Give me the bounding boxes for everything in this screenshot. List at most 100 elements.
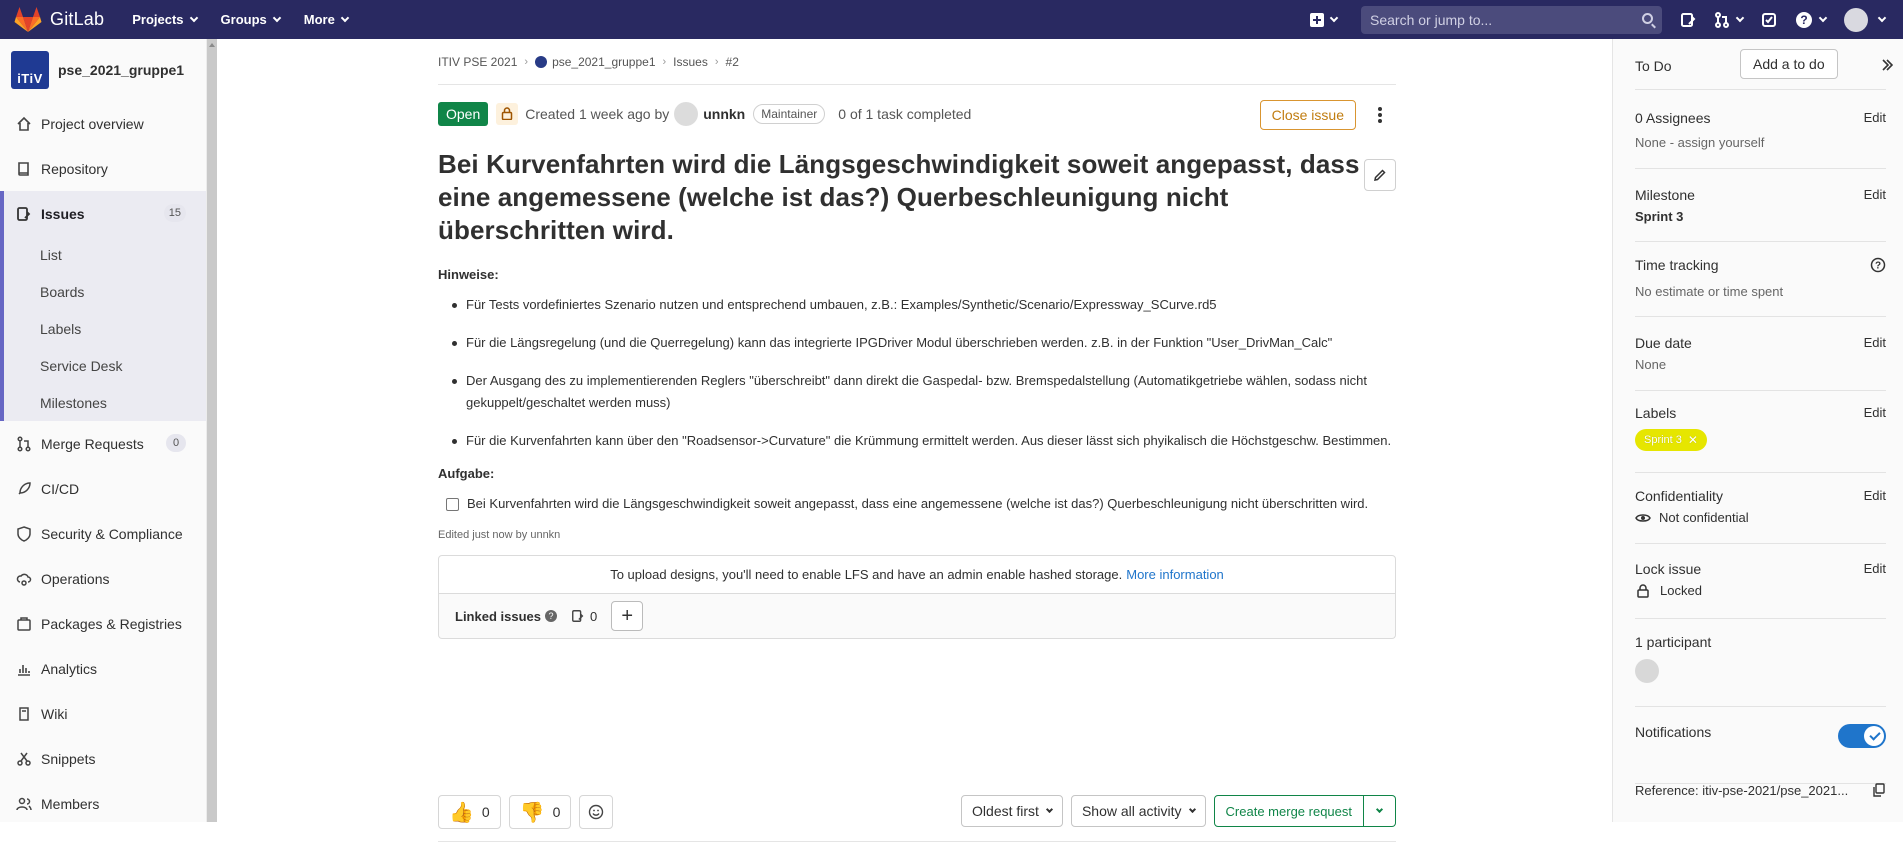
labels-edit-link[interactable]: Edit: [1864, 405, 1886, 420]
design-upload-notice: To upload designs, you'll need to enable…: [438, 555, 1396, 594]
label-pill[interactable]: Sprint 3 ✕: [1635, 429, 1707, 451]
breadcrumb-issues-link[interactable]: Issues: [673, 55, 708, 69]
search-input[interactable]: Search or jump to...: [1361, 5, 1662, 34]
remove-label-icon[interactable]: ✕: [1688, 433, 1698, 447]
sidebar-subitem-labels[interactable]: Labels: [0, 310, 206, 347]
sidebar-item-packages-registries[interactable]: Packages & Registries: [0, 601, 206, 646]
svg-text:?: ?: [1800, 13, 1807, 27]
breadcrumb-group-link[interactable]: ITIV PSE 2021: [438, 55, 517, 69]
gitlab-logo-icon: [14, 6, 42, 32]
question-circle-icon[interactable]: ?: [544, 610, 557, 622]
groups-menu-label: Groups: [220, 12, 267, 27]
new-menu-button[interactable]: [1310, 12, 1339, 27]
todo-check-icon: [1762, 12, 1776, 27]
help-menu[interactable]: ?: [1795, 11, 1828, 29]
sidebar-item-operations[interactable]: Operations: [0, 556, 206, 601]
task-checkbox[interactable]: [446, 498, 459, 511]
sidebar-item-issues[interactable]: Issues 15: [0, 191, 206, 236]
create-merge-request-button[interactable]: Create merge request: [1213, 795, 1364, 827]
thumbs-up-button[interactable]: 👍 0: [438, 795, 501, 829]
issues-shortcut-button[interactable]: [1680, 12, 1696, 28]
home-icon: [15, 115, 33, 133]
more-information-link[interactable]: More information: [1126, 567, 1224, 582]
chevron-right-icon: ›: [714, 55, 719, 68]
sidebar-item-label: Members: [41, 795, 100, 812]
plus-square-icon: [1310, 12, 1324, 27]
add-todo-button[interactable]: Add a to do: [1740, 49, 1838, 79]
merge-requests-shortcut-button[interactable]: [1714, 11, 1745, 28]
activity-filter-dropdown[interactable]: Show all activity: [1070, 795, 1206, 827]
sidebar-subitem-list[interactable]: List: [0, 236, 206, 273]
author-avatar[interactable]: [674, 101, 699, 126]
more-menu[interactable]: More: [304, 12, 350, 27]
create-merge-request-dropdown[interactable]: [1364, 795, 1396, 827]
groups-menu[interactable]: Groups: [220, 12, 282, 27]
project-avatar: iTiV: [11, 51, 49, 89]
question-circle-icon[interactable]: ?: [1870, 257, 1886, 276]
confidentiality-edit-link[interactable]: Edit: [1864, 488, 1886, 503]
breadcrumb-issue-link[interactable]: #2: [726, 55, 739, 69]
issues-submenu: List Boards Labels Service Desk Mileston…: [0, 236, 206, 421]
user-menu[interactable]: [1844, 7, 1887, 32]
milestone-value[interactable]: Sprint 3: [1635, 209, 1886, 224]
chevron-down-icon: [272, 13, 282, 23]
smiley-icon: [589, 804, 604, 820]
sidebar-item-ci-cd[interactable]: CI/CD: [0, 466, 206, 511]
due-date-title: Due date: [1635, 335, 1692, 351]
issue-main-content: ITIV PSE 2021 › pse_2021_gruppe1 › Issue…: [438, 39, 1396, 842]
lock-issue-edit-link[interactable]: Edit: [1864, 561, 1886, 576]
sidebar-subitem-service-desk[interactable]: Service Desk: [0, 347, 206, 384]
add-reaction-button[interactable]: [579, 795, 614, 829]
issues-count-badge: 15: [163, 204, 186, 222]
assignees-edit-link[interactable]: Edit: [1864, 110, 1886, 125]
breadcrumb-project-link[interactable]: pse_2021_gruppe1: [552, 55, 655, 69]
sidebar-item-snippets[interactable]: Snippets: [0, 736, 206, 781]
linked-issues-count: 0: [571, 609, 597, 624]
issue-description: Hinweise: Für Tests vordefiniertes Szena…: [438, 267, 1396, 541]
sidebar-item-members[interactable]: Members: [0, 781, 206, 826]
milestone-title: Milestone: [1635, 187, 1695, 203]
project-header[interactable]: iTiV pse_2021_gruppe1: [0, 39, 206, 101]
search-icon: [1642, 12, 1653, 24]
due-date-edit-link[interactable]: Edit: [1864, 335, 1886, 350]
assign-yourself-link[interactable]: None - assign yourself: [1635, 135, 1886, 150]
sidebar-item-security-compliance[interactable]: Security & Compliance: [0, 511, 206, 556]
label-pill-text: Sprint 3: [1644, 434, 1682, 446]
task-progress: 0 of 1 task completed: [838, 105, 972, 122]
sidebar-item-repository[interactable]: Repository: [0, 146, 206, 191]
sidebar-item-wiki[interactable]: Wiki: [0, 691, 206, 736]
more-actions-icon[interactable]: [1378, 107, 1382, 123]
lock-issue-title: Lock issue: [1635, 561, 1702, 577]
sidebar-subitem-milestones[interactable]: Milestones: [0, 384, 206, 421]
author-name[interactable]: unnkn: [703, 106, 745, 122]
sidebar-item-analytics[interactable]: Analytics: [0, 646, 206, 691]
sort-dropdown[interactable]: Oldest first: [961, 795, 1063, 827]
milestone-block: Milestone Edit Sprint 3: [1635, 187, 1886, 242]
todos-button[interactable]: [1761, 12, 1777, 28]
close-issue-button[interactable]: Close issue: [1259, 100, 1356, 130]
sidebar-item-project-overview[interactable]: Project overview: [0, 101, 206, 146]
copy-reference-button[interactable]: [1872, 783, 1885, 800]
edit-title-button[interactable]: [1364, 159, 1396, 191]
project-avatar-icon: [535, 55, 548, 68]
sidebar-item-label: Merge Requests: [41, 435, 144, 452]
add-linked-issue-button[interactable]: +: [611, 601, 644, 631]
sidebar-item-merge-requests[interactable]: Merge Requests 0: [0, 421, 206, 466]
issues-icon: [15, 205, 33, 223]
scroll-up-arrow-icon[interactable]: [209, 43, 215, 47]
milestone-edit-link[interactable]: Edit: [1864, 187, 1886, 202]
sidebar-item-label: Issues: [41, 205, 85, 222]
merge-request-icon: [1715, 11, 1729, 28]
projects-menu[interactable]: Projects: [132, 12, 198, 27]
collapse-sidebar-icon[interactable]: [1881, 58, 1894, 71]
participant-avatar[interactable]: [1635, 659, 1659, 683]
check-icon: [1869, 729, 1881, 741]
top-navbar: GitLab Projects Groups More Search or ju…: [0, 0, 1903, 39]
notifications-toggle[interactable]: [1838, 724, 1886, 748]
thumbs-down-button[interactable]: 👎 0: [508, 795, 572, 829]
gitlab-home-link[interactable]: GitLab: [14, 6, 104, 33]
sidebar-subitem-boards[interactable]: Boards: [0, 273, 206, 310]
shield-icon: [15, 525, 33, 543]
sidebar-scrollbar[interactable]: [207, 39, 217, 822]
sidebar-item-label: Snippets: [41, 750, 96, 767]
